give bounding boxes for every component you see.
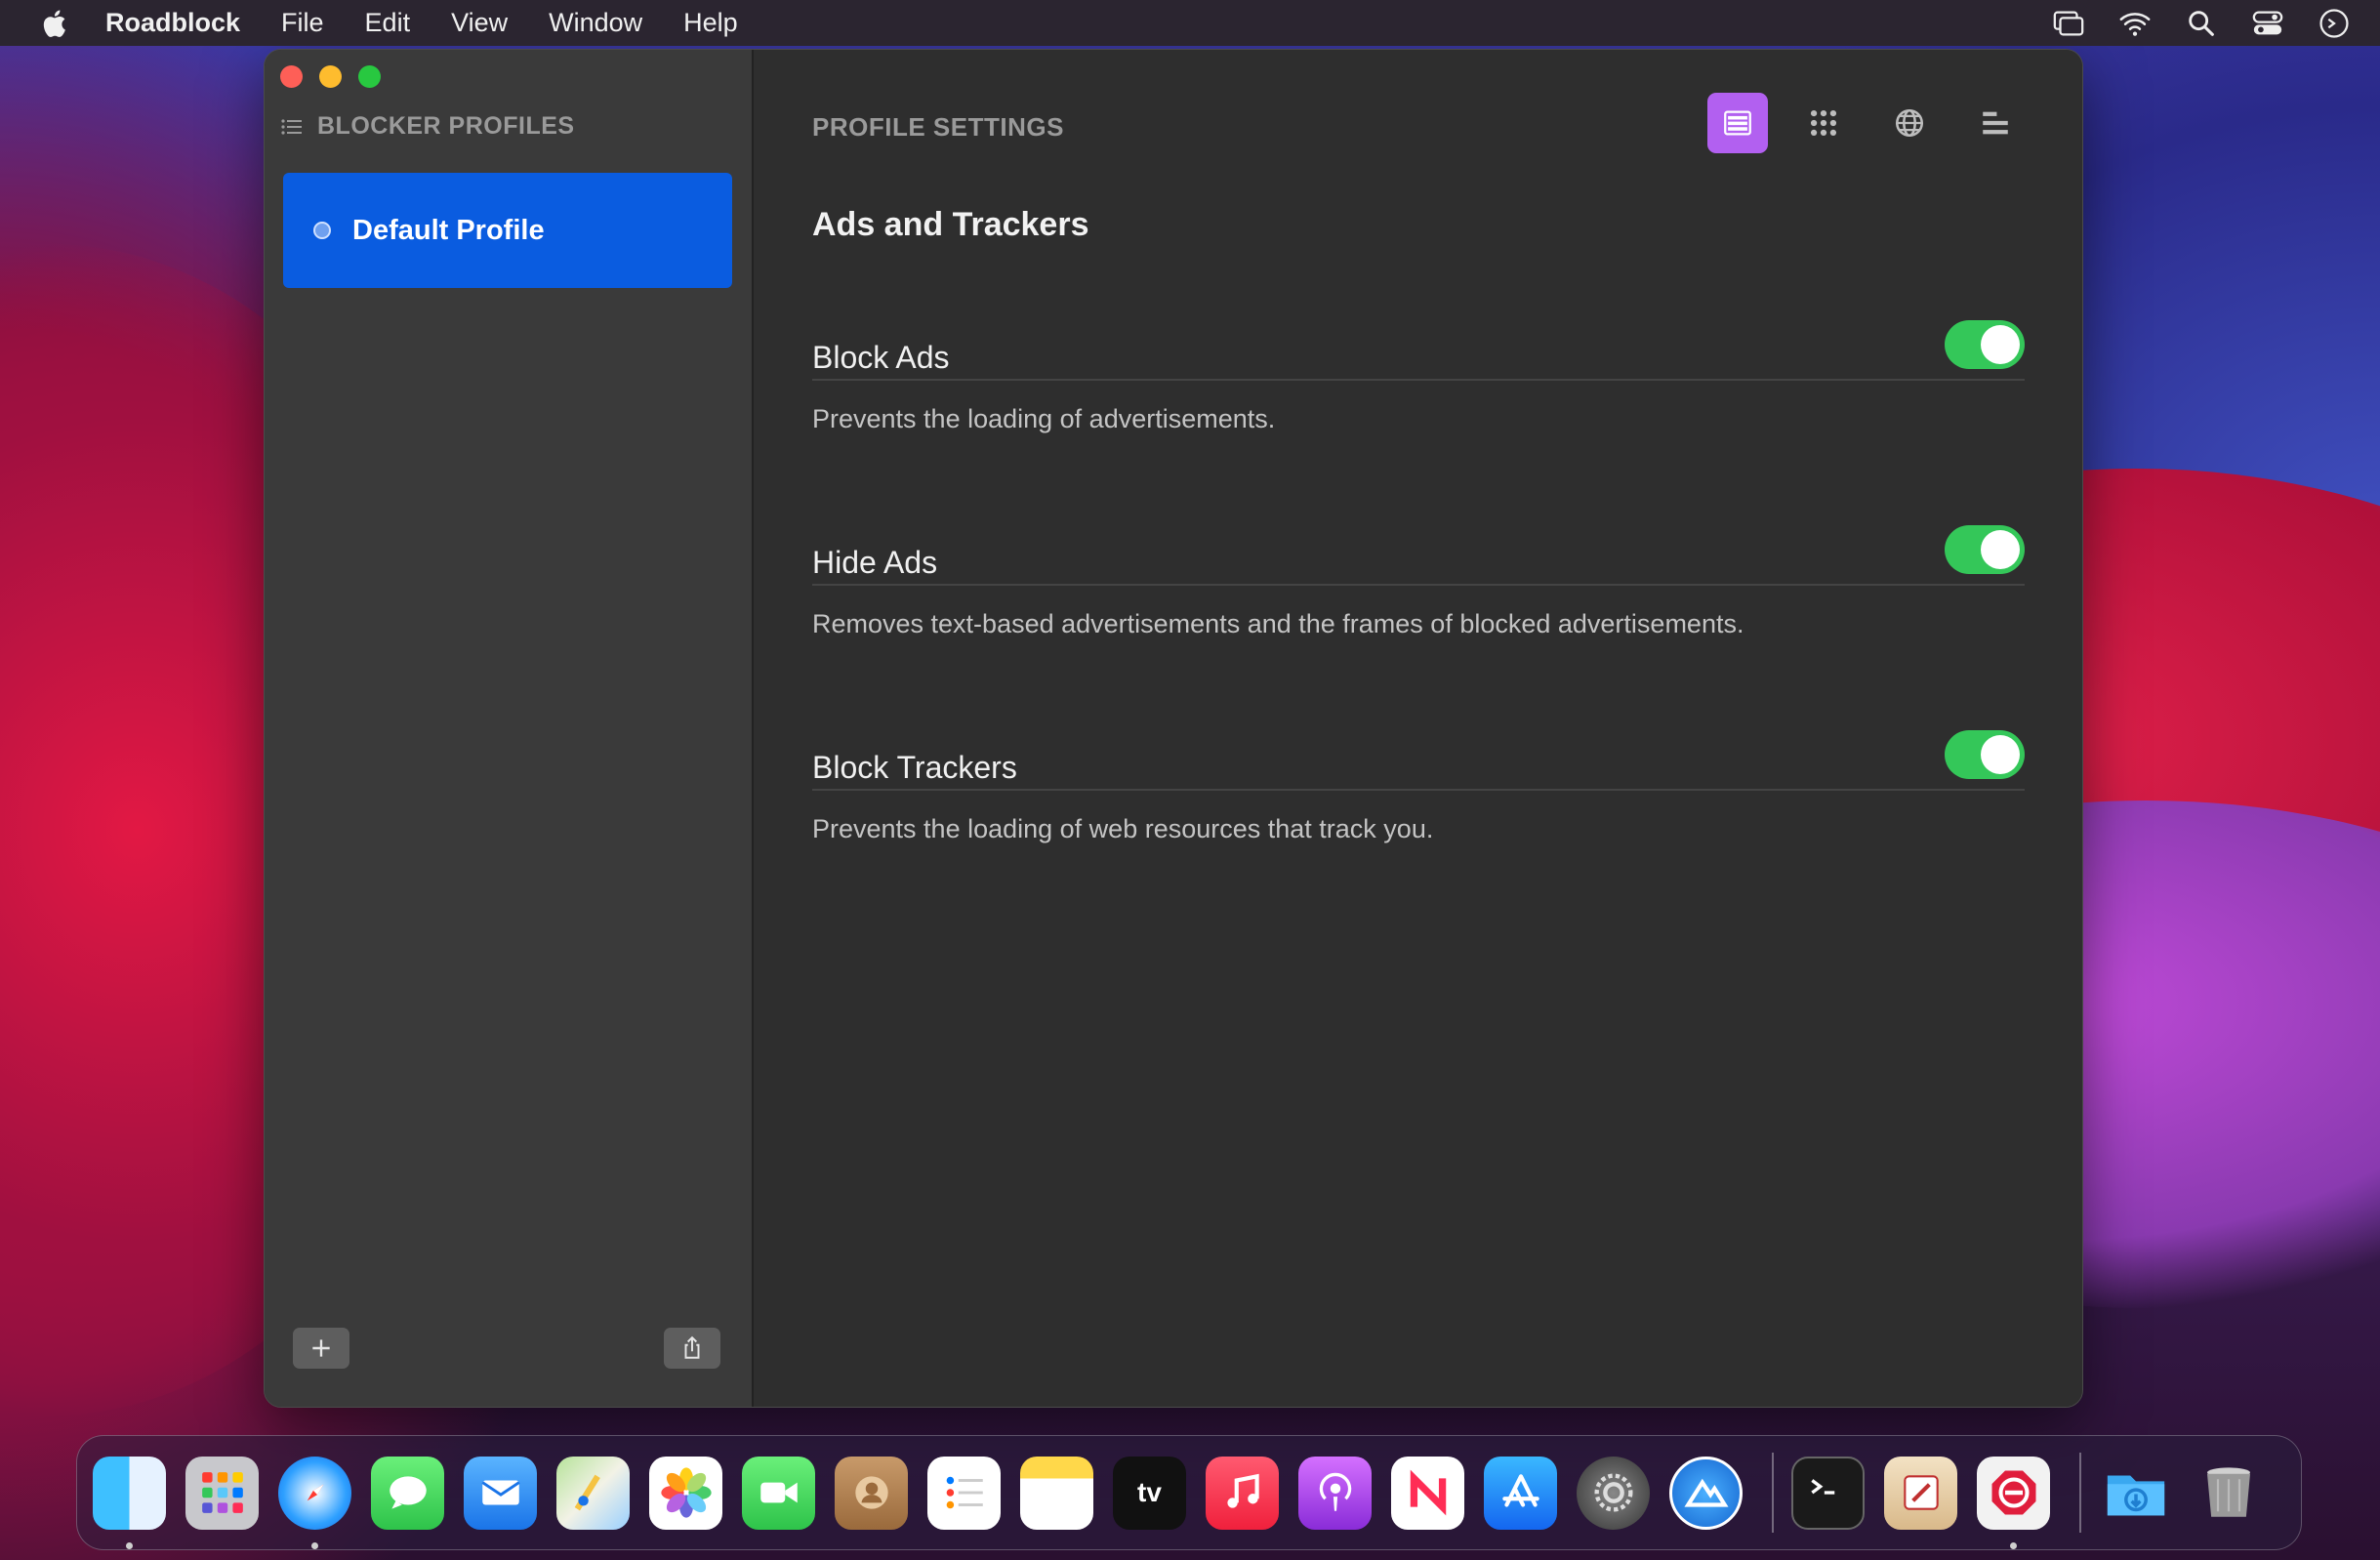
sidebar-item-label: Default Profile (352, 214, 545, 246)
setting-description: Prevents the loading of web resources th… (812, 814, 1434, 843)
podcasts-icon[interactable] (1298, 1456, 1372, 1530)
dock: tv (76, 1435, 2302, 1550)
siri-icon[interactable] (2318, 7, 2351, 40)
contacts-icon[interactable] (835, 1456, 908, 1530)
zoom-button[interactable] (358, 65, 381, 88)
plus-icon (312, 1339, 330, 1357)
news-icon[interactable] (1391, 1456, 1464, 1530)
setting-description: Removes text-based advertisements and th… (812, 609, 1744, 638)
list-icon (281, 118, 302, 135)
facetime-icon[interactable] (742, 1456, 815, 1530)
maps-icon[interactable] (556, 1456, 630, 1530)
tab-list-view[interactable] (1707, 93, 1768, 153)
apple-tv-icon[interactable]: tv (1113, 1456, 1186, 1530)
tab-grid-view[interactable] (1793, 93, 1854, 153)
setting-label: Block Ads (812, 340, 950, 375)
menu-file[interactable]: File (281, 8, 324, 38)
setting-label: Block Trackers (812, 750, 1017, 785)
menu-window[interactable]: Window (549, 8, 642, 38)
app-window: BLOCKER PROFILES Default Profile PROFILE… (264, 49, 2083, 1408)
setting-block-trackers: Block Trackers Prevents the loading of w… (812, 730, 2025, 844)
roadblock-app-icon[interactable] (1977, 1456, 2050, 1549)
globe-icon (1895, 108, 1924, 138)
minimize-button[interactable] (319, 65, 342, 88)
tab-websites[interactable] (1879, 93, 1940, 153)
wifi-icon[interactable] (2118, 7, 2152, 40)
spotlight-search-icon[interactable] (2185, 7, 2218, 40)
reminders-icon[interactable] (927, 1456, 1001, 1530)
music-icon[interactable] (1206, 1456, 1279, 1530)
messages-icon[interactable] (371, 1456, 444, 1530)
window-controls (280, 65, 381, 88)
mail-icon[interactable] (464, 1456, 537, 1530)
menu-edit[interactable]: Edit (365, 8, 411, 38)
setting-label: Hide Ads (812, 545, 938, 580)
profile-status-icon (313, 222, 331, 239)
control-center-icon[interactable] (2251, 7, 2284, 40)
launchpad-icon[interactable] (185, 1456, 259, 1530)
screen-mirroring-icon[interactable] (2052, 7, 2085, 40)
menu-view[interactable]: View (451, 8, 508, 38)
app-store-icon[interactable] (1484, 1456, 1557, 1530)
downloads-folder-icon[interactable] (2099, 1457, 2172, 1530)
toolbar (1707, 93, 2026, 153)
script-editor-icon[interactable] (1884, 1456, 1957, 1530)
menu-app-name[interactable]: Roadblock (105, 8, 240, 38)
sidebar-item-default-profile[interactable]: Default Profile (283, 173, 732, 288)
setting-description: Prevents the loading of advertisements. (812, 404, 1276, 433)
share-icon (684, 1335, 700, 1359)
list-view-icon (1724, 110, 1751, 136)
notes-icon[interactable] (1020, 1456, 1093, 1530)
sidebar-header-label: BLOCKER PROFILES (317, 112, 575, 140)
dock-separator (1772, 1453, 1774, 1533)
trash-icon[interactable] (2192, 1457, 2265, 1530)
menu-bar: Roadblock File Edit View Window Help (0, 0, 2380, 46)
altimeter-app-icon[interactable] (1669, 1456, 1743, 1530)
sidebar: BLOCKER PROFILES Default Profile (265, 50, 754, 1407)
terminal-icon[interactable] (1791, 1456, 1865, 1530)
menu-help[interactable]: Help (683, 8, 738, 38)
share-profile-button[interactable] (664, 1328, 720, 1369)
finder-icon[interactable] (93, 1456, 166, 1549)
tv-label: tv (1137, 1477, 1162, 1507)
settings-panel: PROFILE SETTINGS Ads and Trackers Block … (754, 50, 2082, 1407)
close-button[interactable] (280, 65, 303, 88)
block-ads-toggle[interactable] (1945, 320, 2025, 369)
align-left-icon (1983, 111, 2008, 135)
safari-icon[interactable] (278, 1456, 351, 1549)
block-trackers-toggle[interactable] (1945, 730, 2025, 779)
setting-block-ads: Block Ads Prevents the loading of advert… (812, 320, 2025, 434)
panel-title: PROFILE SETTINGS (812, 112, 1064, 142)
setting-hide-ads: Hide Ads Removes text-based advertisemen… (812, 525, 2025, 639)
sidebar-header: BLOCKER PROFILES (280, 112, 575, 141)
tab-rules[interactable] (1965, 93, 2026, 153)
dock-separator (2079, 1453, 2081, 1533)
grid-icon (1810, 109, 1837, 137)
section-title: Ads and Trackers (812, 206, 1089, 243)
apple-menu-icon[interactable] (39, 7, 72, 40)
add-profile-button[interactable] (293, 1328, 349, 1369)
system-preferences-icon[interactable] (1577, 1456, 1650, 1530)
hide-ads-toggle[interactable] (1945, 525, 2025, 574)
photos-icon[interactable] (649, 1456, 722, 1530)
